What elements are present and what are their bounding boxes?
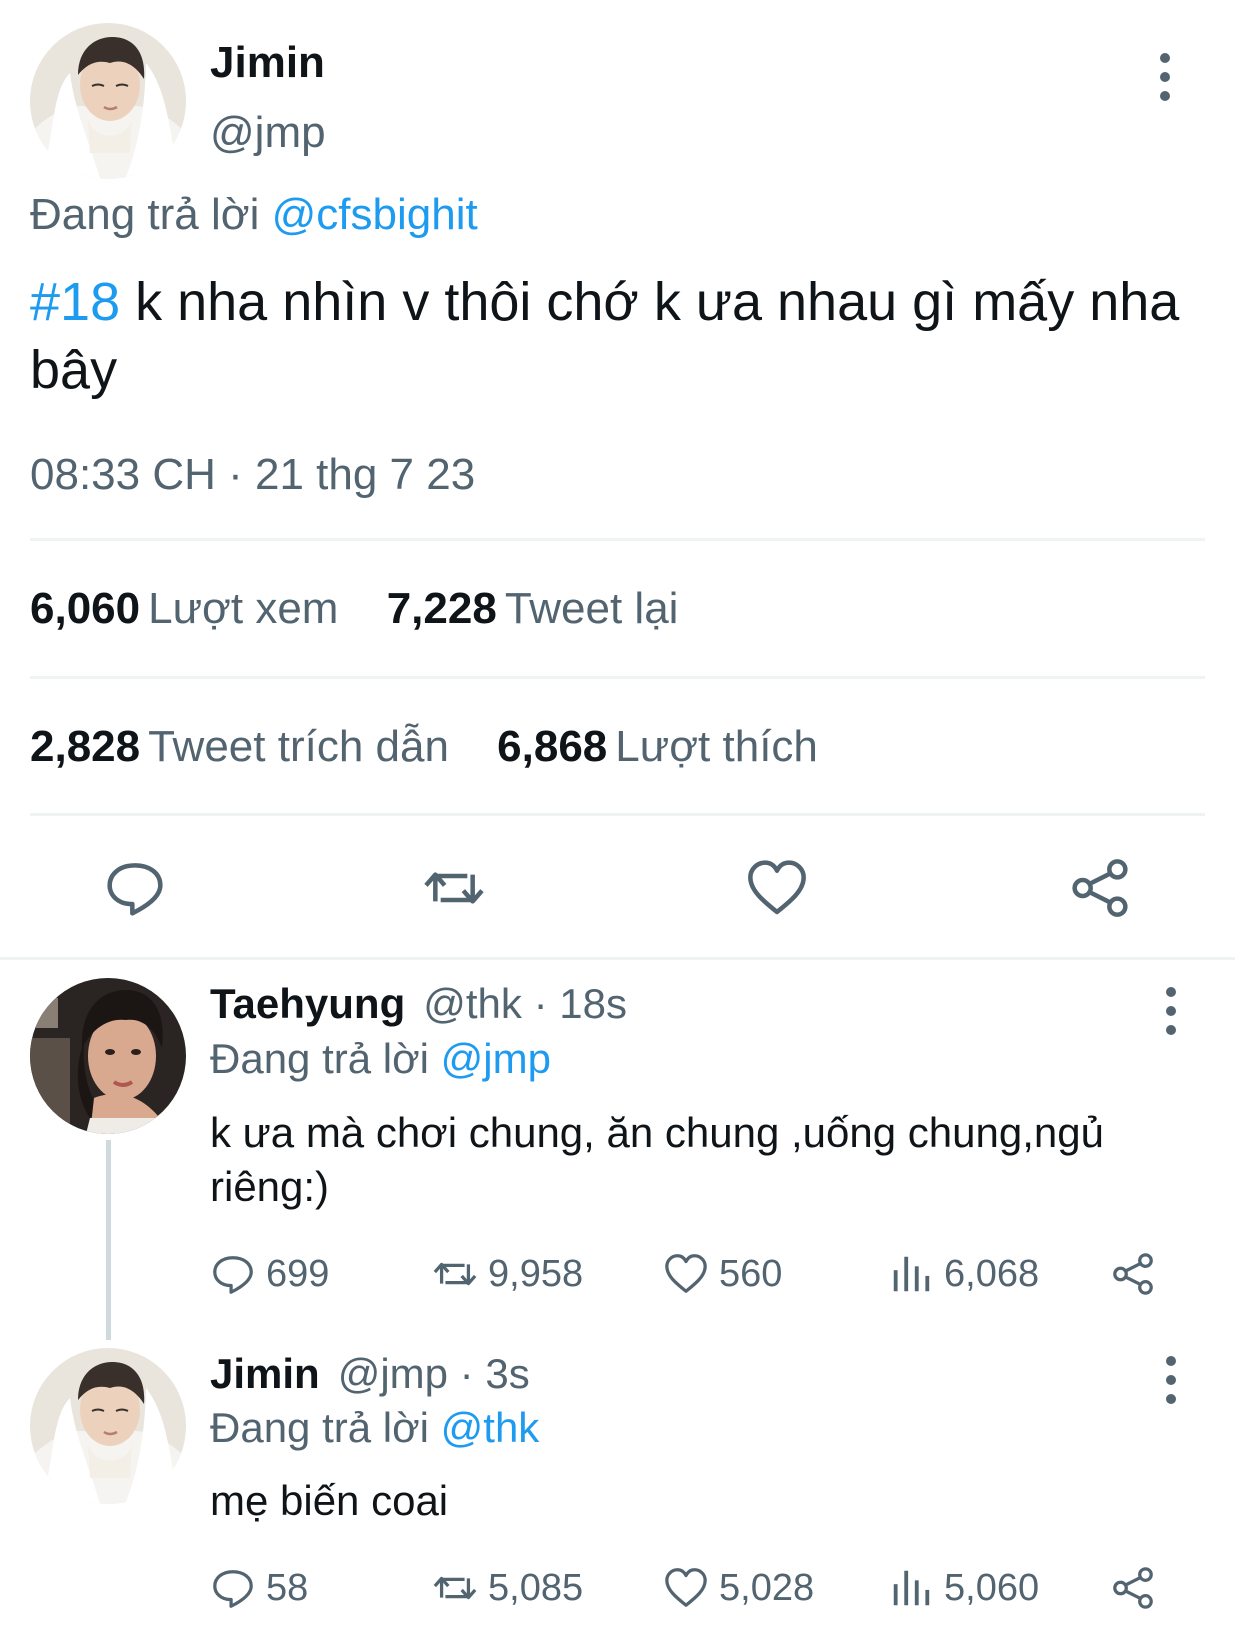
speech-bubble-icon	[213, 1256, 253, 1294]
author-handle[interactable]: @jmp	[210, 108, 326, 158]
like-count: 560	[719, 1252, 783, 1295]
reply-text: k ưa mà chơi chung, ăn chung ,uống chung…	[210, 1109, 1104, 1210]
views-button[interactable]: 6,068	[888, 1250, 1039, 1298]
quotes-stat[interactable]: 2,828 Tweet trích dẫn	[30, 722, 449, 771]
like-icon[interactable]	[745, 856, 809, 920]
replying-prefix: Đang trả lời	[30, 190, 260, 239]
heart-icon	[665, 1568, 707, 1607]
more-options-icon[interactable]	[1150, 50, 1190, 101]
tweet-body: k nha nhìn v thôi chớ k ưa nhau gì mấy n…	[30, 272, 1180, 400]
bar-chart-icon	[893, 1570, 930, 1606]
heart-icon	[665, 1254, 707, 1293]
replying-to: Đang trả lời @thk	[210, 1404, 539, 1452]
share-button[interactable]	[1110, 1564, 1166, 1612]
quotes-count: 2,828	[30, 722, 141, 771]
retweet-button[interactable]: 5,085	[432, 1564, 583, 1612]
avatar[interactable]	[30, 23, 186, 179]
thread-line	[106, 1140, 111, 1340]
main-tweet: Jimin @jmp Đang trả lời @cfsbighit #18 k…	[0, 0, 1235, 957]
views-count: 5,060	[944, 1566, 1040, 1609]
share-button[interactable]	[1110, 1250, 1166, 1298]
retweet-button[interactable]: 9,958	[432, 1250, 583, 1298]
reply-icon[interactable]	[103, 856, 167, 920]
replying-prefix: Đang trả lời	[210, 1404, 429, 1451]
avatar[interactable]	[30, 1348, 186, 1504]
views-label: Lượt xem	[148, 584, 339, 633]
retweets-stat[interactable]: 7,228 Tweet lại	[387, 584, 679, 633]
like-button[interactable]: 5,028	[663, 1564, 814, 1612]
replying-to: Đang trả lời @jmp	[210, 1035, 551, 1083]
author-meta: @thk · 18s	[423, 980, 627, 1027]
section-separator	[0, 957, 1235, 960]
replying-to-link[interactable]: @thk	[441, 1404, 540, 1451]
views-button[interactable]: 5,060	[888, 1564, 1039, 1612]
reply-header: Taehyung @thk · 18s	[210, 980, 627, 1028]
timestamp[interactable]: 08:33 CH · 21 thg 7 23	[30, 450, 475, 500]
share-icon[interactable]	[1068, 856, 1132, 920]
divider	[30, 538, 1205, 541]
author-name[interactable]: Taehyung	[210, 980, 405, 1027]
retweets-count: 7,228	[386, 584, 497, 633]
likes-stat[interactable]: 6,868 Lượt thích	[497, 722, 818, 771]
retweet-count: 5,085	[488, 1566, 584, 1609]
speech-bubble-icon	[213, 1570, 253, 1608]
replying-to: Đang trả lời @cfsbighit	[30, 190, 478, 240]
reply-count: 699	[266, 1252, 330, 1295]
hashtag-link[interactable]: #18	[30, 272, 120, 332]
replying-to-link[interactable]: @cfsbighit	[272, 190, 478, 239]
stats-row-1: 6,060 Lượt xem 7,228 Tweet lại	[30, 584, 714, 634]
quotes-label: Tweet trích dẫn	[148, 722, 449, 771]
likes-label: Lượt thích	[615, 722, 818, 771]
reply-text: mẹ biến coai	[210, 1477, 449, 1524]
replying-to-link[interactable]: @jmp	[441, 1035, 551, 1082]
views-stat[interactable]: 6,060 Lượt xem	[30, 584, 338, 633]
author-meta: @jmp · 3s	[337, 1350, 530, 1397]
avatar[interactable]	[30, 978, 186, 1134]
retweet-icon[interactable]	[422, 856, 486, 920]
share-icon	[1113, 1253, 1153, 1295]
author-name[interactable]: Jimin	[210, 1350, 320, 1397]
reply-count: 58	[266, 1566, 309, 1609]
reply-button[interactable]: 699	[210, 1250, 329, 1298]
more-options-icon[interactable]	[1156, 1353, 1186, 1407]
retweet-count: 9,958	[488, 1252, 584, 1295]
retweet-icon	[433, 1576, 477, 1600]
divider	[30, 676, 1205, 679]
reply-header: Jimin @jmp · 3s	[210, 1350, 530, 1398]
retweet-icon	[433, 1262, 477, 1286]
like-button[interactable]: 560	[663, 1250, 782, 1298]
like-count: 5,028	[719, 1566, 815, 1609]
retweets-label: Tweet lại	[504, 584, 679, 633]
more-options-icon[interactable]	[1156, 984, 1186, 1038]
divider	[30, 813, 1205, 816]
tweet-text: #18 k nha nhìn v thôi chớ k ưa nhau gì m…	[30, 268, 1200, 404]
likes-count: 6,868	[497, 722, 608, 771]
views-count: 6,060	[30, 584, 141, 633]
stats-row-2: 2,828 Tweet trích dẫn 6,868 Lượt thích	[30, 722, 854, 772]
replying-prefix: Đang trả lời	[210, 1035, 429, 1082]
bar-chart-icon	[893, 1256, 930, 1292]
share-icon	[1113, 1567, 1153, 1609]
views-count: 6,068	[944, 1252, 1040, 1295]
reply-button[interactable]: 58	[210, 1564, 308, 1612]
author-name[interactable]: Jimin	[210, 38, 325, 88]
